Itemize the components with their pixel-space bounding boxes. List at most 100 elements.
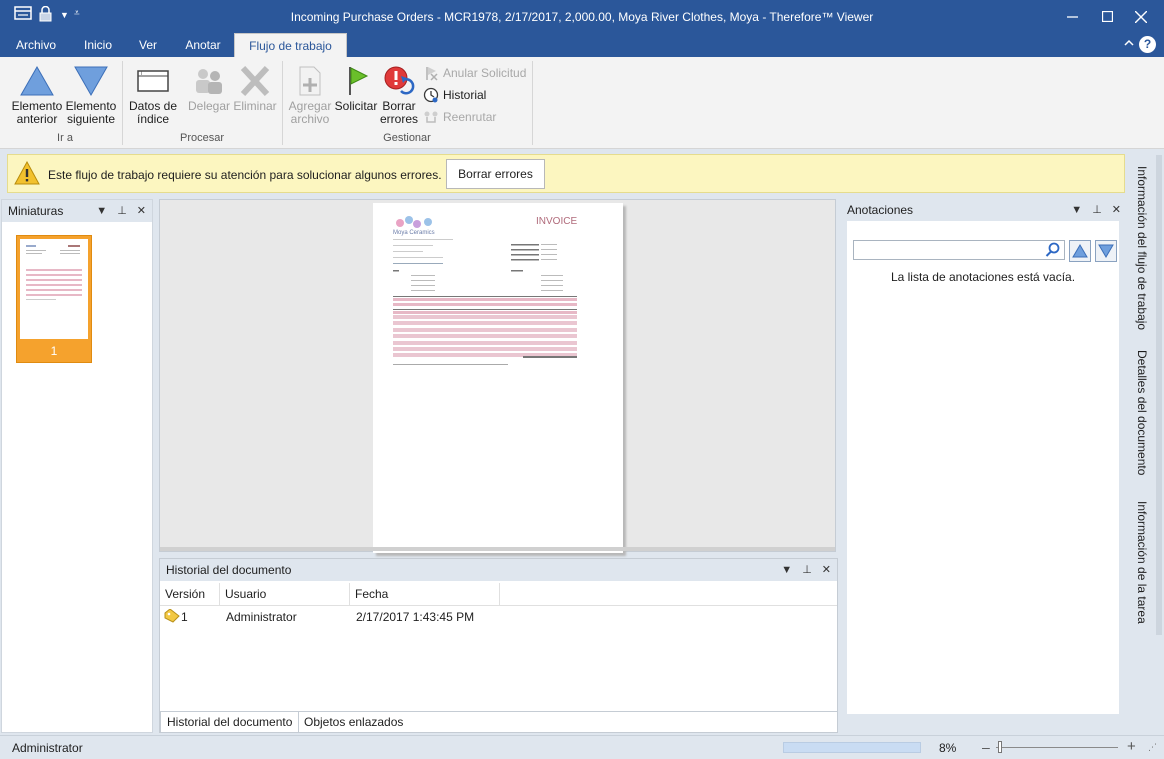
annotations-header: Anotaciones ▼ ⊥ ✕ xyxy=(841,199,1127,221)
cancel-request-button[interactable]: Anular Solicitud xyxy=(423,64,526,82)
status-user: Administrator xyxy=(12,741,83,755)
invoice-page-image xyxy=(393,216,577,365)
close-button[interactable] xyxy=(1118,0,1164,33)
request-button[interactable]: Solicitar xyxy=(333,65,379,113)
add-file-label-1: Agregar xyxy=(288,99,332,113)
tab-archivo[interactable]: Archivo xyxy=(6,33,66,57)
index-data-icon: I xyxy=(137,70,169,92)
add-file-icon xyxy=(299,66,321,96)
prev-item-button[interactable]: Elemento anterior xyxy=(10,65,64,126)
tab-anotar[interactable]: Anotar xyxy=(174,33,232,57)
side-tab-workflow-info[interactable]: Información del flujo de trabajo xyxy=(1128,158,1156,338)
warning-text: Este flujo de trabajo requiere su atenci… xyxy=(48,168,442,182)
resize-grip-icon: ⋰ xyxy=(1148,742,1157,752)
cancel-flag-icon xyxy=(426,67,438,81)
history-header: Historial del documento ▼ ⊥ ✕ xyxy=(160,559,837,581)
next-item-label-2: siguiente xyxy=(66,112,116,126)
delegate-icon xyxy=(196,69,222,94)
previous-annotation-button[interactable] xyxy=(1069,240,1091,262)
zoom-out-button[interactable]: – xyxy=(982,739,990,755)
pin-icon[interactable]: ⊥ xyxy=(802,559,812,581)
flag-icon xyxy=(349,67,369,95)
add-file-button[interactable]: Agregar archivo xyxy=(287,65,333,126)
panel-close-icon[interactable]: ✕ xyxy=(822,559,831,581)
column-header-version[interactable]: Versión xyxy=(160,583,220,605)
history-clock-icon xyxy=(423,87,439,103)
group-label-gestionar: Gestionar xyxy=(383,132,431,144)
pin-icon[interactable]: ⊥ xyxy=(117,200,127,222)
next-item-button[interactable]: Elemento siguiente xyxy=(63,65,119,126)
side-tab-strip xyxy=(1156,155,1162,635)
svg-text:I: I xyxy=(141,71,142,77)
pin-icon[interactable]: ⊥ xyxy=(1092,199,1102,221)
help-icon[interactable]: ? xyxy=(1139,36,1156,53)
annotations-empty-text: La lista de anotaciones está vacía. xyxy=(890,270,1076,284)
delete-button[interactable]: Eliminar xyxy=(233,65,277,113)
panel-menu-icon[interactable]: ▼ xyxy=(96,200,107,222)
arrow-down-icon xyxy=(74,66,108,97)
document-page: Moya Ceramics INVOICE xyxy=(373,203,623,553)
reroute-button[interactable]: Reenrutar xyxy=(423,108,496,126)
tab-inicio[interactable]: Inicio xyxy=(72,33,124,57)
clear-errors-label-2: errores xyxy=(379,112,418,126)
viewer-horizontal-scrollbar[interactable] xyxy=(160,547,835,551)
thumbnail-page-number: 1 xyxy=(50,344,58,358)
tab-flujo-de-trabajo[interactable]: Flujo de trabajo xyxy=(234,33,347,57)
invoice-company: Moya Ceramics xyxy=(393,230,435,236)
column-header-user[interactable]: Usuario xyxy=(220,583,350,605)
index-data-label-1: Datos de xyxy=(128,99,178,113)
cell-version: 1 xyxy=(181,610,188,624)
index-data-button[interactable]: I Datos de índice xyxy=(127,65,179,126)
zoom-in-button[interactable]: + xyxy=(1127,738,1136,755)
zoom-slider[interactable] xyxy=(996,747,1118,748)
next-annotation-button[interactable] xyxy=(1095,240,1117,262)
add-file-label-2: archivo xyxy=(290,112,330,126)
status-bar: Administrator 8% – + ⋰ xyxy=(0,735,1164,759)
warning-icon xyxy=(14,161,40,185)
thumbnails-title: Miniaturas xyxy=(8,204,64,218)
history-button[interactable]: Historial xyxy=(423,86,486,104)
cell-date: 2/17/2017 1:43:45 PM xyxy=(356,610,475,624)
delegate-button[interactable]: Delegar xyxy=(185,65,233,113)
side-tab-task-info[interactable]: Información de la tarea xyxy=(1128,495,1156,630)
ribbon-separator xyxy=(122,61,123,145)
warning-bar: Este flujo de trabajo requiere su atenci… xyxy=(7,154,1125,193)
panel-menu-icon[interactable]: ▼ xyxy=(1071,199,1082,221)
error-refresh-icon xyxy=(384,66,415,95)
tab-document-history[interactable]: Historial del documento xyxy=(160,712,300,733)
clear-errors-label-1: Borrar xyxy=(382,99,416,113)
annotations-search-input[interactable] xyxy=(853,240,1065,260)
panel-close-icon[interactable]: ✕ xyxy=(1112,199,1121,221)
tab-linked-objects[interactable]: Objetos enlazados xyxy=(298,712,409,733)
side-tab-document-details[interactable]: Detalles del documento xyxy=(1128,345,1156,480)
document-viewer[interactable]: Moya Ceramics INVOICE xyxy=(159,199,836,553)
column-header-date[interactable]: Fecha xyxy=(350,583,500,605)
page-thumbnail[interactable]: 1 xyxy=(16,235,92,363)
ribbon-tab-bar: Archivo Inicio Ver Anotar Flujo de traba… xyxy=(0,33,1164,57)
group-label-procesar: Procesar xyxy=(179,132,225,144)
annotations-panel: Anotaciones ▼ ⊥ ✕ La lista de anotacione… xyxy=(841,199,1127,731)
clear-errors-warning-button[interactable]: Borrar errores xyxy=(446,159,545,189)
side-tab-task-info-label: Información de la tarea xyxy=(1135,501,1149,624)
tab-ver[interactable]: Ver xyxy=(128,33,168,57)
annotations-list: La lista de anotaciones está vacía. xyxy=(847,221,1119,714)
title-bar: ▼ ⩡ Incoming Purchase Orders - MCR1978, … xyxy=(0,0,1164,33)
zoom-level: 8% xyxy=(939,741,957,755)
zoom-slider-thumb[interactable] xyxy=(998,741,1002,753)
annotations-title: Anotaciones xyxy=(847,203,914,217)
ribbon: Elemento anterior Elemento siguiente Ir … xyxy=(0,57,1164,149)
thumbnail-page-preview xyxy=(20,239,88,339)
delete-label: Eliminar xyxy=(233,99,277,113)
arrow-up-icon xyxy=(1072,244,1088,258)
arrow-down-icon xyxy=(1098,244,1114,258)
panel-menu-icon[interactable]: ▼ xyxy=(781,559,792,581)
search-icon[interactable] xyxy=(1045,242,1061,261)
ribbon-collapse-icon[interactable] xyxy=(1124,36,1134,50)
clear-errors-button[interactable]: Borrar errores xyxy=(378,65,420,126)
cancel-request-label: Anular Solicitud xyxy=(443,66,527,80)
panel-close-icon[interactable]: ✕ xyxy=(137,200,146,222)
thumbnails-header: Miniaturas ▼ ⊥ ✕ xyxy=(2,200,152,222)
history-label: Historial xyxy=(443,88,487,102)
next-item-label-1: Elemento xyxy=(65,99,117,113)
delegate-label: Delegar xyxy=(187,99,231,113)
